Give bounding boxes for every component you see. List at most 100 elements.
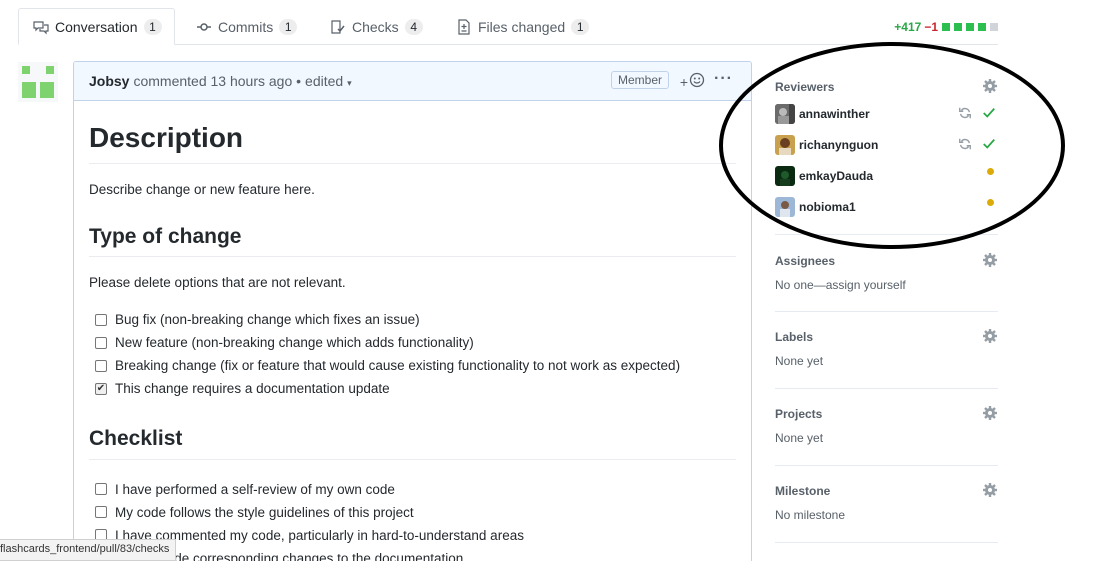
avatar (775, 104, 795, 124)
task-checkbox-checked[interactable]: ✔ (95, 382, 107, 395)
reviewers-header: Reviewers (775, 78, 998, 96)
labels-value: None yet (775, 354, 824, 368)
gear-icon[interactable] (982, 78, 998, 94)
milestone-section: Milestone No milestone (775, 482, 998, 522)
task-label: I have performed a self-review of my own… (115, 481, 395, 497)
sidebar-divider (775, 311, 998, 312)
tab-checks-label: Checks (352, 18, 399, 35)
diffstat-block (966, 23, 974, 31)
sync-icon[interactable] (958, 137, 972, 154)
tab-checks[interactable]: Checks 4 (316, 8, 437, 45)
tab-conversation-label: Conversation (55, 18, 138, 35)
comment-body: Description Describe change or new featu… (74, 120, 751, 561)
milestone-header: Milestone (775, 482, 998, 500)
reviewer-status (987, 199, 994, 206)
reviewer-name: richanynguon (799, 138, 879, 152)
comment-header: Jobsy commented 13 hours ago • edited ▾ … (74, 62, 751, 101)
diffstat-block (942, 23, 950, 31)
smiley-icon (689, 72, 705, 91)
task-label: New feature (non-breaking change which a… (115, 335, 474, 351)
reviewer-nobioma1[interactable]: nobioma1 (775, 196, 998, 218)
projects-header: Projects (775, 405, 998, 423)
pr-description-comment: Jobsy commented 13 hours ago • edited ▾ … (73, 61, 752, 561)
assignees-section: Assignees No one—assign yourself (775, 252, 998, 292)
heading-type-of-change: Type of change (89, 224, 736, 258)
task-item: ✔ This change requires a documentation u… (89, 377, 736, 400)
task-checkbox[interactable] (95, 483, 107, 495)
gear-icon[interactable] (982, 482, 998, 498)
pending-dot-icon (987, 168, 994, 175)
labels-section: Labels None yet (775, 328, 998, 368)
tab-files-changed-count: 1 (571, 18, 590, 35)
tab-checks-count: 4 (404, 18, 423, 35)
tab-commits-count: 1 (279, 18, 298, 35)
pr-tabbar: Conversation 1 Commits 1 Checks 4 Files … (18, 8, 998, 45)
comment-action: commented (133, 73, 207, 89)
sidebar-divider (775, 234, 998, 235)
sidebar-divider (775, 388, 998, 389)
gear-icon[interactable] (982, 328, 998, 344)
labels-header: Labels (775, 328, 998, 346)
task-checkbox[interactable] (95, 506, 107, 518)
reviewer-status (987, 168, 994, 175)
diffstat-block (990, 23, 998, 31)
checklist-icon (330, 19, 346, 35)
reviewer-annawinther[interactable]: annawinther (775, 103, 998, 125)
task-item: Breaking change (fix or feature that wou… (89, 354, 736, 377)
avatar (775, 166, 795, 186)
tab-conversation[interactable]: Conversation 1 (18, 8, 175, 45)
reviewer-name: emkayDauda (799, 169, 874, 183)
edited-dropdown[interactable]: edited ▾ (305, 73, 352, 89)
diffstat-block (954, 23, 962, 31)
task-item: I have commented my code, particularly i… (89, 524, 736, 547)
diffstat: +417 −1 (894, 20, 998, 34)
task-checkbox[interactable] (95, 313, 107, 326)
tab-files-changed-label: Files changed (478, 18, 566, 35)
task-checkbox[interactable] (95, 336, 107, 349)
checklist-task-list: I have performed a self-review of my own… (89, 478, 736, 561)
task-item: Bug fix (non-breaking change which fixes… (89, 308, 736, 331)
pending-dot-icon (987, 199, 994, 206)
type-task-list: Bug fix (non-breaking change which fixes… (89, 308, 736, 400)
diffstat-deletions: −1 (924, 20, 938, 34)
tab-commits-label: Commits (218, 18, 274, 35)
comment-timestamp[interactable]: 13 hours ago (211, 73, 293, 89)
reviewer-emkaydauda[interactable]: emkayDauda (775, 165, 998, 187)
task-label: Bug fix (non-breaking change which fixes… (115, 312, 420, 328)
tab-files-changed[interactable]: Files changed 1 (442, 8, 603, 45)
projects-section: Projects None yet (775, 405, 998, 445)
task-checkbox[interactable] (95, 359, 107, 372)
tab-commits[interactable]: Commits 1 (182, 8, 311, 45)
gear-icon[interactable] (982, 405, 998, 421)
chevron-down-icon: ▾ (347, 78, 352, 88)
labels-title: Labels (775, 330, 814, 344)
avatar (775, 197, 795, 217)
projects-title: Projects (775, 407, 823, 421)
reaction-plus: + (679, 73, 688, 90)
reviewer-status (958, 106, 996, 123)
reviewer-richanynguon[interactable]: richanynguon (775, 134, 998, 156)
reviewer-name: nobioma1 (799, 200, 856, 214)
milestone-value: No milestone (775, 508, 846, 522)
kebab-horizontal-icon[interactable]: ··· (714, 70, 733, 88)
tab-conversation-count: 1 (143, 18, 162, 35)
avatar (775, 135, 795, 155)
add-reaction-button[interactable]: + (680, 72, 705, 91)
sync-icon[interactable] (958, 106, 972, 123)
file-diff-icon (456, 18, 472, 35)
type-intro-text: Please delete options that are not relev… (89, 275, 346, 291)
assignees-value[interactable]: No one—assign yourself (775, 278, 998, 292)
task-label: My code follows the style guidelines of … (115, 504, 414, 520)
link-preview-statusbar: flashcards_frontend/pull/83/checks (0, 539, 177, 561)
task-item: My code follows the style guidelines of … (89, 501, 736, 524)
author-avatar[interactable] (18, 62, 58, 102)
reviewers-title: Reviewers (775, 80, 835, 94)
reviewers-section: Reviewers (775, 78, 998, 96)
comment-author[interactable]: Jobsy (89, 73, 129, 89)
check-icon (982, 106, 996, 123)
gear-icon[interactable] (982, 252, 998, 268)
milestone-title: Milestone (775, 484, 831, 498)
sidebar-divider (775, 542, 998, 543)
git-commit-icon (196, 19, 212, 35)
projects-value: None yet (775, 431, 824, 445)
